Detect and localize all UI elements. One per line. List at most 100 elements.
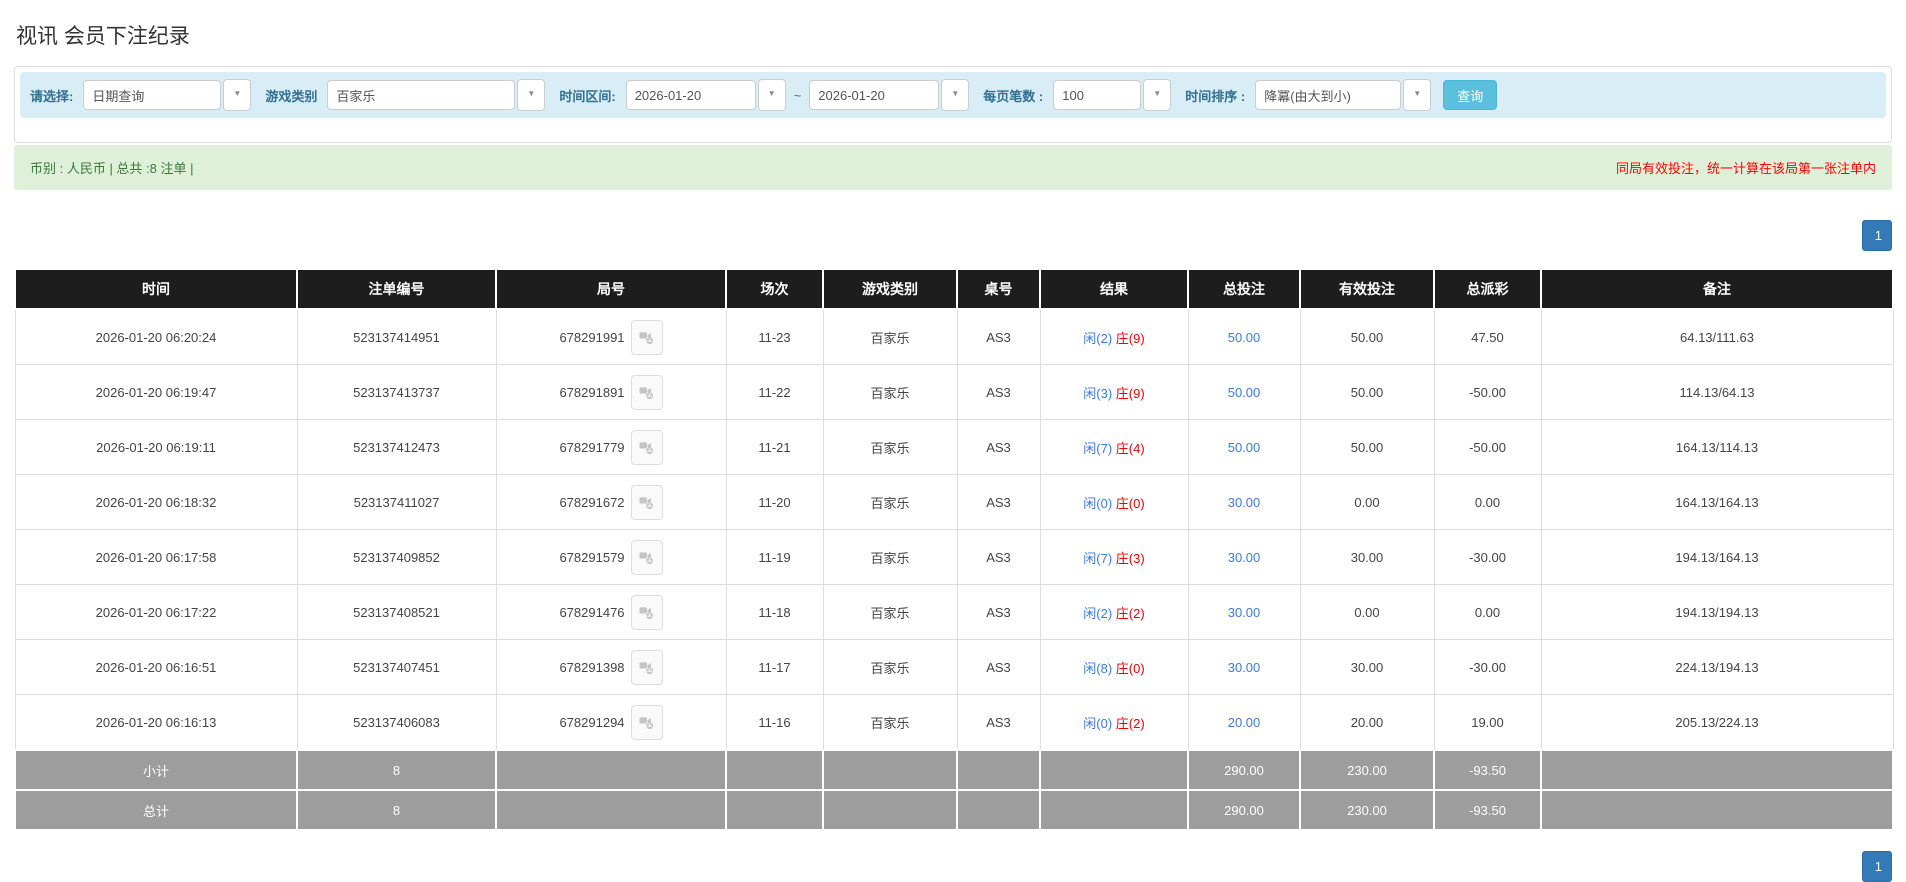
cell-time: 2026-01-20 06:20:24 bbox=[15, 309, 297, 365]
video-replay-icon[interactable] bbox=[631, 595, 663, 630]
cell-total_bet: 20.00 bbox=[1188, 695, 1300, 751]
time-range-label: 时间区间: bbox=[559, 86, 615, 105]
summary-bar: 币别 : 人民币 | 总共 :8 注单 | 同局有效投注，统一计算在该局第一张注… bbox=[14, 145, 1892, 190]
chevron-down-icon[interactable]: ▼ bbox=[1143, 79, 1171, 111]
cell-session: 11-21 bbox=[726, 420, 823, 475]
cell-total_bet: 50.00 bbox=[1188, 365, 1300, 420]
cell-remark: 194.13/164.13 bbox=[1541, 530, 1893, 585]
page-1-button[interactable]: 1 bbox=[1862, 220, 1892, 251]
chevron-down-icon[interactable]: ▼ bbox=[758, 79, 786, 111]
cell-session: 11-22 bbox=[726, 365, 823, 420]
total-bet-link[interactable]: 30.00 bbox=[1228, 495, 1261, 510]
result-banker: 庄(9) bbox=[1112, 386, 1145, 401]
total-bet-link[interactable]: 50.00 bbox=[1228, 330, 1261, 345]
page-size-label: 每页笔数 : bbox=[983, 86, 1043, 105]
result-player: 闲(0) bbox=[1083, 716, 1112, 731]
cell-payout: 19.00 bbox=[1434, 695, 1541, 751]
round-number: 678291672 bbox=[559, 495, 624, 510]
total-bet-link[interactable]: 50.00 bbox=[1228, 385, 1261, 400]
col-header-result: 结果 bbox=[1040, 269, 1188, 309]
cell-game: 百家乐 bbox=[823, 365, 957, 420]
result-banker: 庄(4) bbox=[1112, 441, 1145, 456]
col-header-bet_no: 注单编号 bbox=[297, 269, 496, 309]
cell-valid_bet: 20.00 bbox=[1300, 695, 1434, 751]
page-1-button[interactable]: 1 bbox=[1862, 851, 1892, 882]
video-replay-icon[interactable] bbox=[631, 320, 663, 355]
cell-valid_bet: 30.00 bbox=[1300, 640, 1434, 695]
game-type-label: 游戏类别 bbox=[265, 86, 317, 105]
search-button[interactable]: 查询 bbox=[1443, 80, 1497, 110]
cell-result: 闲(8) 庄(0) bbox=[1040, 640, 1188, 695]
video-replay-icon[interactable] bbox=[631, 375, 663, 410]
table-row: 2026-01-20 06:19:47523137413737678291891… bbox=[15, 365, 1893, 420]
col-header-time: 时间 bbox=[15, 269, 297, 309]
footer-empty-cell bbox=[1541, 790, 1893, 830]
col-header-valid_bet: 有效投注 bbox=[1300, 269, 1434, 309]
cell-payout: -30.00 bbox=[1434, 640, 1541, 695]
cell-game: 百家乐 bbox=[823, 530, 957, 585]
cell-time: 2026-01-20 06:16:51 bbox=[15, 640, 297, 695]
table-row: 2026-01-20 06:17:58523137409852678291579… bbox=[15, 530, 1893, 585]
total-bet-link[interactable]: 30.00 bbox=[1228, 660, 1261, 675]
chevron-down-icon[interactable]: ▼ bbox=[941, 79, 969, 111]
sort-input[interactable] bbox=[1255, 80, 1401, 110]
col-header-game: 游戏类别 bbox=[823, 269, 957, 309]
cell-result: 闲(7) 庄(4) bbox=[1040, 420, 1188, 475]
currency-summary-text: 币别 : 人民币 | 总共 :8 注单 | bbox=[30, 158, 194, 177]
col-header-table_no: 桌号 bbox=[957, 269, 1040, 309]
cell-session: 11-19 bbox=[726, 530, 823, 585]
video-replay-icon[interactable] bbox=[631, 650, 663, 685]
page-size-input[interactable] bbox=[1053, 80, 1141, 110]
footer-empty-cell bbox=[496, 790, 726, 830]
game-type-combobox: ▼ bbox=[327, 79, 545, 111]
round-number: 678291294 bbox=[559, 715, 624, 730]
cell-game: 百家乐 bbox=[823, 309, 957, 365]
total-bet-link[interactable]: 30.00 bbox=[1228, 550, 1261, 565]
result-player: 闲(7) bbox=[1083, 441, 1112, 456]
cell-time: 2026-01-20 06:16:13 bbox=[15, 695, 297, 751]
cell-bet_no: 523137411027 bbox=[297, 475, 496, 530]
chevron-down-icon[interactable]: ▼ bbox=[1403, 79, 1431, 111]
chevron-down-icon[interactable]: ▼ bbox=[517, 79, 545, 111]
footer-empty-cell bbox=[823, 750, 957, 790]
result-banker: 庄(3) bbox=[1112, 551, 1145, 566]
cell-bet_no: 523137414951 bbox=[297, 309, 496, 365]
cell-bet_no: 523137412473 bbox=[297, 420, 496, 475]
footer-total-bet: 290.00 bbox=[1188, 790, 1300, 830]
footer-count: 8 bbox=[297, 790, 496, 830]
col-header-total_bet: 总投注 bbox=[1188, 269, 1300, 309]
query-type-input[interactable] bbox=[83, 80, 221, 110]
game-type-input[interactable] bbox=[327, 80, 515, 110]
cell-time: 2026-01-20 06:19:11 bbox=[15, 420, 297, 475]
cell-total_bet: 30.00 bbox=[1188, 530, 1300, 585]
video-replay-icon[interactable] bbox=[631, 430, 663, 465]
cell-payout: 47.50 bbox=[1434, 309, 1541, 365]
footer-empty-cell bbox=[1040, 790, 1188, 830]
result-banker: 庄(2) bbox=[1112, 716, 1145, 731]
cell-payout: 0.00 bbox=[1434, 475, 1541, 530]
cell-remark: 114.13/64.13 bbox=[1541, 365, 1893, 420]
result-banker: 庄(2) bbox=[1112, 606, 1145, 621]
cell-game: 百家乐 bbox=[823, 475, 957, 530]
date-from-input[interactable] bbox=[626, 80, 756, 110]
cell-round_no: 678291991 bbox=[496, 309, 726, 365]
video-replay-icon[interactable] bbox=[631, 485, 663, 520]
total-bet-link[interactable]: 50.00 bbox=[1228, 440, 1261, 455]
total-bet-link[interactable]: 20.00 bbox=[1228, 715, 1261, 730]
date-from-combobox: ▼ bbox=[626, 79, 786, 111]
cell-result: 闲(7) 庄(3) bbox=[1040, 530, 1188, 585]
total-bet-link[interactable]: 30.00 bbox=[1228, 605, 1261, 620]
cell-valid_bet: 50.00 bbox=[1300, 365, 1434, 420]
date-to-input[interactable] bbox=[809, 80, 939, 110]
col-header-round_no: 局号 bbox=[496, 269, 726, 309]
filter-toolbar: 请选择: ▼ 游戏类别 ▼ 时间区间: ▼ ~ ▼ 每页笔数 : bbox=[20, 72, 1886, 118]
video-replay-icon[interactable] bbox=[631, 705, 663, 740]
footer-empty-cell bbox=[1040, 750, 1188, 790]
chevron-down-icon[interactable]: ▼ bbox=[223, 79, 251, 111]
page-root: 视讯 会员下注纪录 请选择: ▼ 游戏类别 ▼ 时间区间: ▼ ~ ▼ bbox=[0, 0, 1906, 882]
cell-session: 11-20 bbox=[726, 475, 823, 530]
round-number: 678291579 bbox=[559, 550, 624, 565]
video-replay-icon[interactable] bbox=[631, 540, 663, 575]
footer-valid-bet: 230.00 bbox=[1300, 750, 1434, 790]
footer-payout: -93.50 bbox=[1434, 750, 1541, 790]
